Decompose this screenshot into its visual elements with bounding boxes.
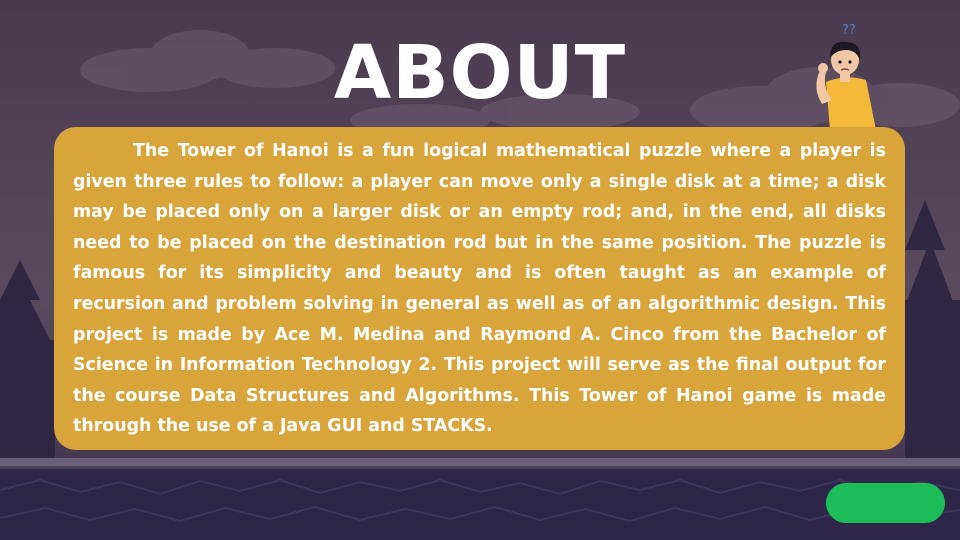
ground <box>0 469 960 540</box>
about-panel: The Tower of Hanoi is a fun logical math… <box>54 127 905 450</box>
fence <box>0 458 960 469</box>
character-icon: ?? <box>816 23 876 130</box>
about-description: The Tower of Hanoi is a fun logical math… <box>73 141 886 437</box>
confused-kid-illustration: ?? <box>800 18 886 130</box>
thought-marks: ?? <box>842 23 856 38</box>
next-button[interactable] <box>826 483 945 523</box>
